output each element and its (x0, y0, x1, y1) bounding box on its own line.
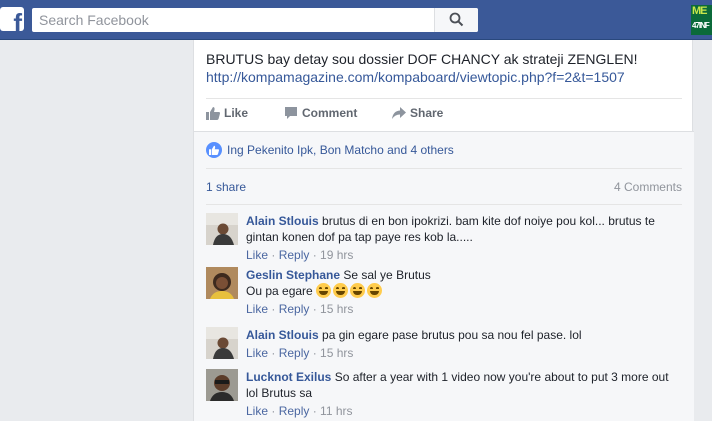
search-input[interactable] (32, 8, 432, 32)
comment-reply-link[interactable]: Reply (279, 346, 310, 360)
thumbs-up-icon (206, 107, 220, 120)
divider (206, 204, 682, 205)
post-text: BRUTUS bay detay sou dossier DOF CHANCY … (206, 51, 638, 67)
comment-meta: Like · Reply · 15 hrs (246, 302, 354, 316)
comment-like-link[interactable]: Like (246, 404, 268, 418)
profile-thumbnail-subtext: 47INF (692, 21, 710, 30)
divider (206, 98, 682, 99)
comment-icon (285, 107, 297, 119)
comment-reply-link[interactable]: Reply (279, 302, 310, 316)
laughing-emoji-icon (316, 283, 332, 298)
post-card: BRUTUS bay detay sou dossier DOF CHANCY … (193, 40, 694, 421)
profile-thumbnail[interactable]: ME 47INF (691, 5, 712, 35)
comment-button[interactable]: Comment (284, 104, 357, 122)
facebook-logo[interactable]: f (0, 7, 24, 31)
post-link[interactable]: http://kompamagazine.com/kompaboard/view… (206, 68, 625, 86)
search-icon (449, 12, 464, 27)
like-label: Like (224, 106, 249, 120)
comment-text: pa gin egare pase brutus pou sa nou fel … (322, 328, 582, 342)
laughing-emoji-icon (350, 283, 366, 298)
facebook-logo-letter: f (13, 8, 22, 31)
comment-author[interactable]: Geslin Stephane (246, 268, 340, 282)
laughing-emoji-icon (367, 283, 383, 298)
comment-meta: Like · Reply · 15 hrs (246, 346, 354, 360)
comment-timestamp[interactable]: 11 hrs (320, 404, 352, 418)
post-footer: Ing Pekenito Ipk, Bon Matcho and 4 other… (194, 131, 694, 421)
avatar[interactable] (206, 327, 238, 359)
comment-like-link[interactable]: Like (246, 248, 268, 262)
share-label: Share (410, 106, 444, 120)
comment-reply-link[interactable]: Reply (279, 248, 310, 262)
laughing-emoji-icon (333, 283, 349, 298)
comment-timestamp[interactable]: 19 hrs (320, 248, 353, 262)
comment-like-link[interactable]: Like (246, 346, 268, 360)
comments-count[interactable]: 4 Comments (614, 179, 682, 195)
like-reaction-icon (206, 142, 222, 158)
comment-meta: Like · Reply · 11 hrs (246, 404, 353, 418)
comment-text-line2: Ou pa egare (246, 284, 313, 298)
comment-timestamp[interactable]: 15 hrs (320, 346, 353, 360)
avatar[interactable] (206, 369, 238, 401)
search-button[interactable] (434, 8, 478, 32)
comment-label: Comment (302, 106, 358, 120)
comment-text: Se sal ye Brutus (343, 268, 431, 282)
share-count[interactable]: 1 share (206, 179, 246, 195)
comment-timestamp[interactable]: 15 hrs (320, 302, 353, 316)
comment-reply-link[interactable]: Reply (279, 404, 310, 418)
profile-thumbnail-text: ME (692, 5, 707, 17)
comment-like-link[interactable]: Like (246, 302, 268, 316)
comment-author[interactable]: Alain Stlouis (246, 214, 319, 228)
comment-author[interactable]: Alain Stlouis (246, 328, 319, 342)
reactions-text: Ing Pekenito Ipk, Bon Matcho and 4 other… (227, 143, 454, 157)
avatar[interactable] (206, 213, 238, 245)
avatar[interactable] (206, 267, 238, 299)
reactions-summary[interactable]: Ing Pekenito Ipk, Bon Matcho and 4 other… (206, 142, 454, 158)
share-button[interactable]: Share (392, 104, 443, 122)
share-icon (392, 107, 406, 119)
comment-author[interactable]: Lucknot Exilus (246, 370, 331, 384)
divider (206, 168, 682, 169)
comment-meta: Like · Reply · 19 hrs (246, 248, 354, 262)
top-navigation-bar: f ME 47INF (0, 0, 712, 40)
search-box (32, 8, 478, 32)
like-button[interactable]: Like (206, 104, 248, 122)
